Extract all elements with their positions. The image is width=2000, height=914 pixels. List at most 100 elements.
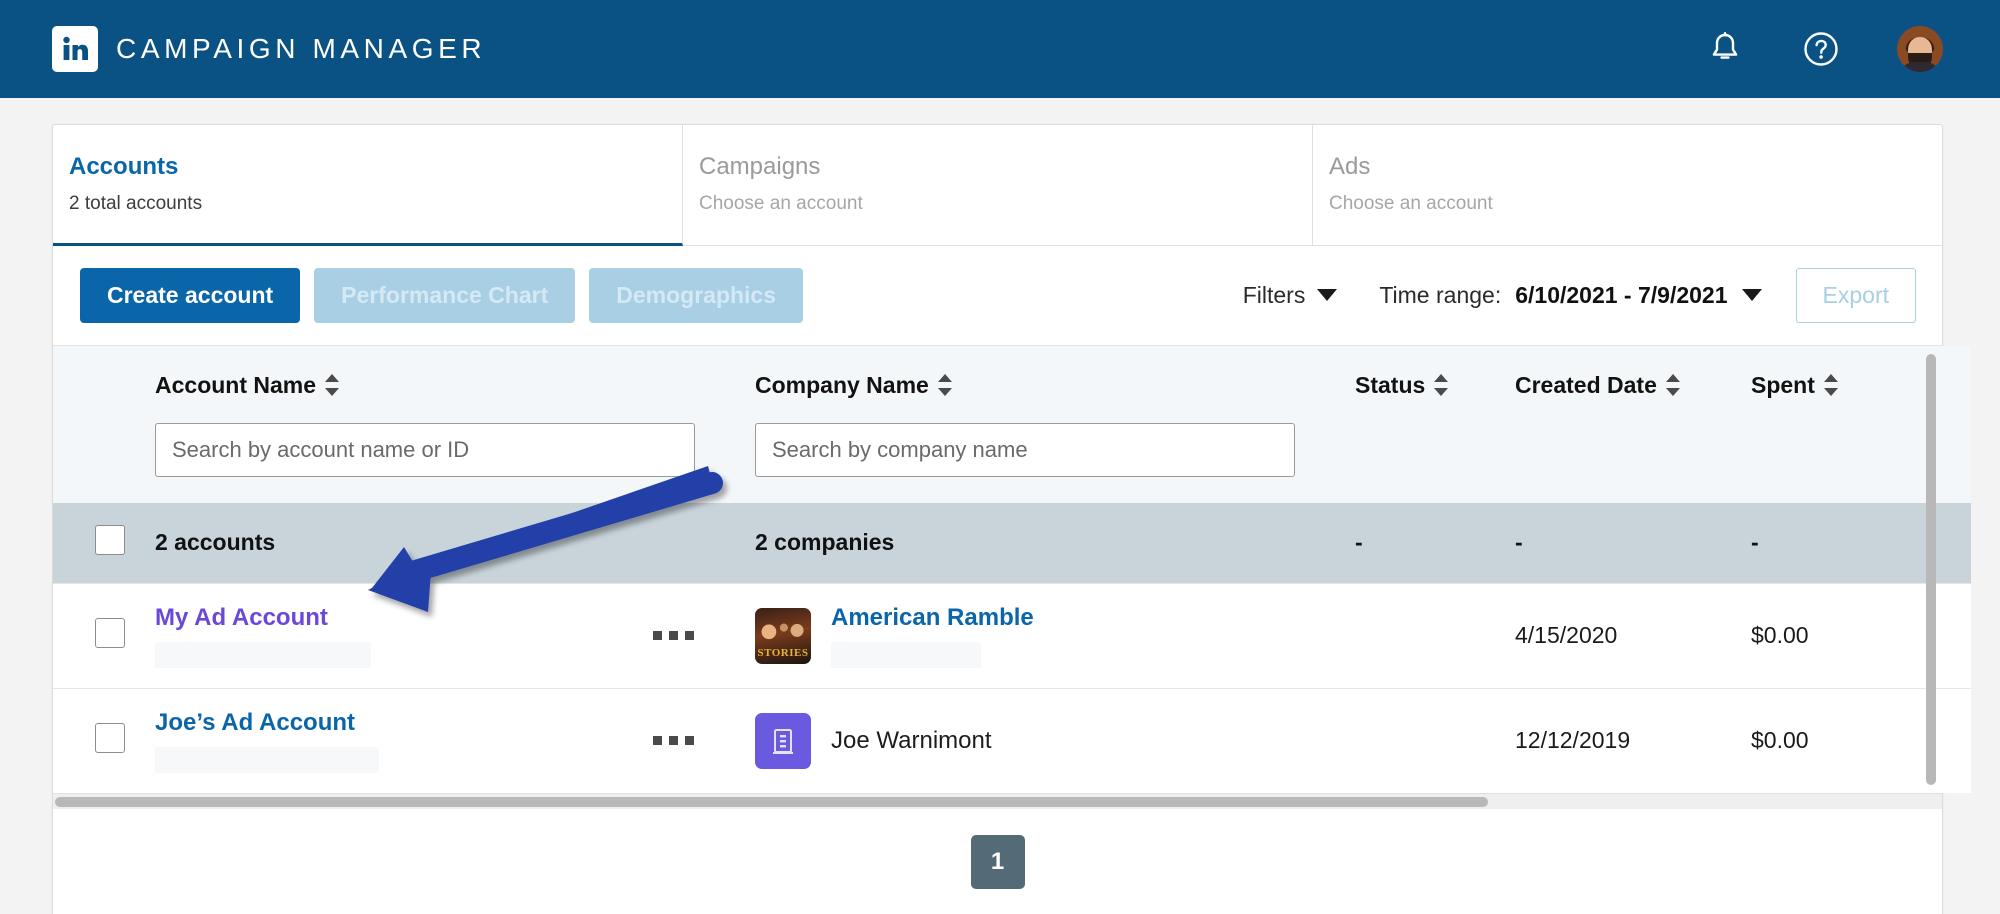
- pagination: 1: [53, 808, 1942, 914]
- sort-icon[interactable]: [1823, 374, 1838, 397]
- row-checkbox[interactable]: [95, 723, 125, 754]
- tab-campaigns-label: Campaigns: [699, 153, 821, 180]
- column-header-spent[interactable]: Spent: [1751, 346, 1971, 423]
- ellipsis-icon[interactable]: [653, 736, 694, 746]
- building-placeholder-logo: [755, 712, 811, 769]
- account-id-redacted: [155, 746, 379, 773]
- main-card: Accounts 2 total accounts Campaigns Choo…: [52, 124, 1971, 914]
- account-name-link[interactable]: Joe’s Ad Account: [155, 709, 355, 737]
- toolbar-right: Filters Time range: 6/10/2021 - 7/9/2021…: [1243, 267, 1916, 323]
- column-header-status-label: Status: [1355, 371, 1426, 398]
- avatar[interactable]: [1897, 26, 1943, 72]
- sort-icon[interactable]: [1434, 374, 1449, 397]
- column-header-status[interactable]: Status: [1355, 346, 1515, 423]
- search-row-spacer: [53, 423, 155, 503]
- tab-accounts-label: Accounts: [69, 153, 179, 180]
- company-name-text: Joe Warnimont: [831, 726, 992, 754]
- chevron-down-icon: [1317, 289, 1338, 302]
- created-date-cell: 4/15/2020: [1515, 622, 1618, 649]
- spent-cell: $0.00: [1751, 622, 1809, 649]
- table-head: Account Name Company Name Status Created…: [53, 345, 1971, 503]
- toolbar: Create account Performance Chart Demogra…: [53, 246, 1942, 346]
- table-row[interactable]: My Ad Account STORIES American Ramble 4/…: [53, 583, 1971, 689]
- time-range-dropdown[interactable]: Time range: 6/10/2021 - 7/9/2021: [1379, 281, 1762, 309]
- ellipsis-icon[interactable]: [653, 631, 694, 641]
- nav-right-actions: [1705, 26, 1943, 72]
- column-header-account-name[interactable]: Account Name: [155, 346, 755, 423]
- tab-accounts-subtitle: 2 total accounts: [69, 192, 203, 214]
- create-account-button[interactable]: Create account: [80, 267, 301, 323]
- row-checkbox-cell: [53, 583, 155, 688]
- account-name-link[interactable]: My Ad Account: [155, 604, 328, 632]
- tab-campaigns-subtitle: Choose an account: [699, 192, 863, 214]
- company-name-cell: Joe Warnimont: [653, 688, 1355, 793]
- accounts-table-wrapper: Account Name Company Name Status Created…: [53, 345, 1971, 793]
- table-summary-row: 2 accounts 2 companies - - -: [53, 502, 1971, 584]
- account-id-redacted: [155, 641, 371, 668]
- logo-wordmark: STORIES: [757, 646, 809, 659]
- sort-icon[interactable]: [937, 374, 952, 397]
- table-header-row: Account Name Company Name Status Created…: [53, 345, 1971, 423]
- column-header-company-name-label: Company Name: [755, 371, 929, 398]
- tab-campaigns[interactable]: Campaigns Choose an account: [683, 125, 1313, 246]
- status-cell: [1355, 583, 1515, 688]
- company-id-redacted: [831, 641, 981, 668]
- page-body: Accounts 2 total accounts Campaigns Choo…: [0, 98, 2000, 914]
- table-horizontal-scrollbar[interactable]: [53, 792, 1942, 809]
- horizontal-scrollbar-thumb[interactable]: [55, 796, 1488, 807]
- account-tabs: Accounts 2 total accounts Campaigns Choo…: [53, 125, 1942, 246]
- column-header-account-name-label: Account Name: [155, 371, 317, 398]
- tab-ads-label: Ads: [1329, 153, 1371, 180]
- summary-accounts: 2 accounts: [155, 529, 276, 556]
- table-vertical-scrollbar[interactable]: [1926, 353, 1936, 785]
- column-header-created-date[interactable]: Created Date: [1515, 346, 1751, 423]
- performance-chart-button[interactable]: Performance Chart: [314, 267, 576, 323]
- linkedin-logo-icon: [52, 26, 98, 72]
- sort-icon[interactable]: [325, 374, 340, 397]
- table-search-row: [53, 422, 1971, 503]
- column-header-created-date-label: Created Date: [1515, 371, 1657, 398]
- sort-icon[interactable]: [1665, 374, 1680, 397]
- column-header-spent-label: Spent: [1751, 371, 1815, 398]
- tab-ads[interactable]: Ads Choose an account: [1313, 125, 1942, 246]
- filters-dropdown[interactable]: Filters: [1243, 282, 1338, 309]
- bell-icon[interactable]: [1705, 29, 1745, 69]
- search-account-input[interactable]: [155, 422, 695, 477]
- page-button-1[interactable]: 1: [970, 834, 1025, 889]
- created-date-cell: 12/12/2019: [1515, 727, 1631, 754]
- chevron-down-icon: [1741, 289, 1762, 302]
- tab-ads-subtitle: Choose an account: [1329, 192, 1493, 214]
- summary-companies: 2 companies: [755, 529, 895, 556]
- american-ramble-logo: STORIES: [755, 607, 811, 664]
- summary-spent: -: [1751, 529, 1759, 556]
- logo-figures: [761, 614, 805, 643]
- company-text: American Ramble: [831, 604, 1034, 668]
- company-search-cell: [755, 422, 1355, 503]
- search-company-input[interactable]: [755, 422, 1295, 477]
- export-button[interactable]: Export: [1795, 267, 1916, 323]
- company-text: Joe Warnimont: [831, 727, 992, 755]
- time-range-value: 6/10/2021 - 7/9/2021: [1515, 281, 1728, 308]
- search-row-date-spacer: [1515, 423, 1751, 503]
- vertical-scrollbar-thumb[interactable]: [1926, 353, 1936, 785]
- row-checkbox[interactable]: [95, 618, 125, 649]
- table-row[interactable]: Joe’s Ad Account Joe Warnimont 12/12/201…: [53, 688, 1971, 793]
- filters-label: Filters: [1242, 281, 1306, 308]
- tab-accounts[interactable]: Accounts 2 total accounts: [53, 125, 683, 246]
- search-row-spent-spacer: [1751, 423, 1971, 503]
- column-header-company-name[interactable]: Company Name: [755, 346, 1355, 423]
- account-search-cell: [155, 422, 755, 503]
- company-name-cell: STORIES American Ramble: [653, 583, 1355, 688]
- row-checkbox-cell: [53, 688, 155, 793]
- demographics-button[interactable]: Demographics: [589, 267, 804, 323]
- select-all-cell: [53, 503, 155, 584]
- brand[interactable]: CAMPAIGN MANAGER: [52, 26, 486, 72]
- top-navigation-bar: CAMPAIGN MANAGER: [0, 0, 2000, 98]
- company-name-link[interactable]: American Ramble: [831, 604, 1034, 632]
- accounts-table: Account Name Company Name Status Created…: [53, 345, 1971, 793]
- select-all-checkbox[interactable]: [95, 524, 125, 555]
- question-circle-icon[interactable]: [1801, 29, 1841, 69]
- spent-cell: $0.00: [1751, 727, 1809, 754]
- brand-title: CAMPAIGN MANAGER: [116, 33, 487, 64]
- avatar-shoulders: [1900, 62, 1940, 72]
